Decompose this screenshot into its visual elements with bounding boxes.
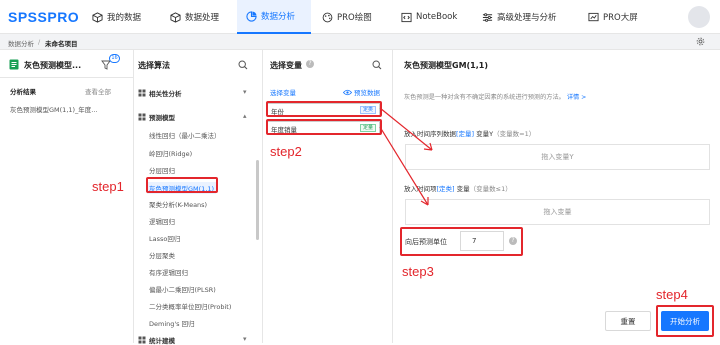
result-item[interactable]: 灰色预测模型GM(1,1)_年度... bbox=[10, 104, 128, 114]
time-variable-dropzone[interactable]: 拖入变量 bbox=[405, 199, 710, 225]
algo-item[interactable]: 分层回归 bbox=[149, 165, 175, 175]
y-variable-label: 放入时间序列数据[定量] 变量Y（变量数=1） bbox=[404, 130, 536, 138]
step3-highlight bbox=[400, 227, 523, 256]
reset-button[interactable]: 重置 bbox=[605, 311, 651, 331]
breadcrumb-separator: / bbox=[38, 38, 41, 46]
search-icon[interactable] bbox=[372, 60, 382, 70]
breadcrumb-root[interactable]: 数据分析 bbox=[8, 38, 34, 48]
cube-icon bbox=[92, 11, 103, 23]
nav-data-analysis[interactable]: 数据分析 bbox=[237, 0, 311, 34]
algo-item[interactable]: 偏最小二乘回归(PLSR) bbox=[149, 284, 216, 294]
select-variable-link[interactable]: 选择变量 bbox=[270, 87, 296, 97]
divider bbox=[133, 50, 134, 343]
results-label: 分析结果 bbox=[10, 88, 36, 96]
results-count-badge: 16 bbox=[109, 54, 120, 63]
algo-item[interactable]: 岭回归(Ridge) bbox=[149, 148, 192, 158]
nav-notebook[interactable]: NoteBook bbox=[401, 0, 457, 34]
pie-icon bbox=[246, 10, 257, 22]
group-prediction[interactable]: 预测模型 bbox=[138, 112, 175, 122]
divider bbox=[262, 50, 263, 343]
chevron-down-icon[interactable]: ▾ bbox=[243, 88, 247, 96]
eye-icon bbox=[343, 89, 352, 95]
time-variable-label: 放入时间项[定类] 变量（变量数≤1） bbox=[404, 185, 512, 193]
box-icon bbox=[170, 11, 181, 23]
step1-highlight bbox=[146, 177, 218, 193]
step1-label: step1 bbox=[92, 179, 124, 194]
folder-icon bbox=[138, 89, 146, 97]
nav-my-data[interactable]: 我的数据 bbox=[92, 0, 141, 34]
sliders-icon bbox=[482, 12, 493, 22]
palette-icon bbox=[322, 12, 333, 22]
chevron-down-icon[interactable]: ▾ bbox=[243, 335, 247, 343]
algo-panel-title: 选择算法 bbox=[138, 61, 170, 70]
step4-label: step4 bbox=[656, 287, 688, 302]
code-icon bbox=[401, 12, 412, 22]
search-icon[interactable] bbox=[238, 60, 248, 70]
algo-item[interactable]: 聚类分析(K-Means) bbox=[149, 199, 207, 209]
group-correlation[interactable]: 相关性分析 bbox=[138, 88, 182, 98]
folder-icon bbox=[138, 113, 146, 121]
gear-icon[interactable] bbox=[696, 37, 705, 46]
algo-item[interactable]: 逻辑回归 bbox=[149, 216, 175, 226]
app-logo: SPSSPRO bbox=[8, 9, 80, 25]
chevron-up-icon[interactable]: ▴ bbox=[243, 112, 247, 120]
config-description: 灰色预测是一种对含有不确定因素的系统进行预测的方法。 详情 > bbox=[404, 94, 587, 101]
top-nav: SPSSPRO 我的数据 数据处理 数据分析 PRO绘图 NoteBook 高级… bbox=[0, 0, 720, 34]
preview-data-link[interactable]: 预览数据 bbox=[343, 87, 380, 97]
algo-item[interactable]: 二分类概率单位回归(Probit) bbox=[149, 301, 231, 311]
group-statistical-modeling[interactable]: 统计建模 bbox=[138, 335, 175, 345]
avatar[interactable] bbox=[688, 6, 710, 28]
algo-item[interactable]: 线性回归（最小二乘法） bbox=[149, 130, 221, 140]
nav-advanced-analysis[interactable]: 高级处理与分析 bbox=[482, 0, 557, 34]
annotation-arrows bbox=[379, 107, 433, 206]
step2-highlight bbox=[266, 101, 382, 117]
step2-highlight bbox=[266, 119, 382, 135]
divider bbox=[392, 50, 393, 343]
scrollbar[interactable] bbox=[256, 160, 259, 240]
left-panel-title: 灰色预测模型... bbox=[24, 61, 82, 70]
view-all-link[interactable]: 查看全部 bbox=[85, 86, 111, 96]
algo-item[interactable]: Deming's 回归 bbox=[149, 318, 195, 328]
step4-highlight bbox=[656, 305, 714, 337]
y-variable-dropzone[interactable]: 拖入变量Y bbox=[405, 144, 710, 170]
nav-pro-dashboard[interactable]: PRO大屏 bbox=[588, 0, 638, 34]
breadcrumb-current: 未命名项目 bbox=[45, 40, 78, 48]
algo-item[interactable]: Lasso回归 bbox=[149, 233, 180, 243]
step2-label: step2 bbox=[270, 144, 302, 159]
breadcrumb: 数据分析 / 未命名项目 bbox=[0, 34, 720, 50]
config-title: 灰色预测模型GM(1,1) bbox=[404, 61, 489, 70]
detail-link[interactable]: 详情 > bbox=[567, 94, 587, 101]
algo-item[interactable]: 分层聚类 bbox=[149, 250, 175, 260]
algo-item[interactable]: 有序逻辑回归 bbox=[149, 267, 188, 277]
divider bbox=[0, 77, 133, 78]
help-icon[interactable]: ? bbox=[306, 60, 314, 68]
step3-label: step3 bbox=[402, 264, 434, 279]
chart-screen-icon bbox=[588, 12, 599, 21]
var-panel-title: 选择变量 bbox=[270, 61, 302, 70]
nav-pro-chart[interactable]: PRO绘图 bbox=[322, 0, 372, 34]
nav-data-processing[interactable]: 数据处理 bbox=[170, 0, 219, 34]
document-icon bbox=[9, 59, 19, 70]
